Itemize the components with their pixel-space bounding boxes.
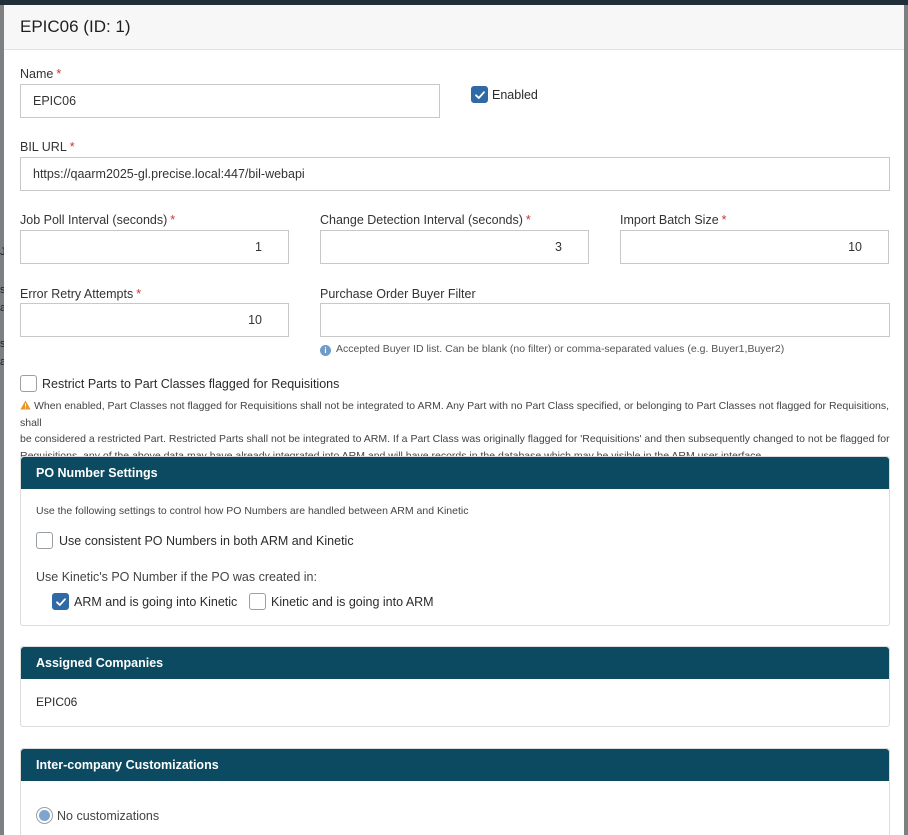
warning-icon <box>20 400 31 410</box>
intercompany-customizations-panel: Inter-company Customizations No customiz… <box>20 748 890 835</box>
modal-title: EPIC06 (ID: 1) <box>20 17 131 36</box>
required-marker: * <box>170 213 176 227</box>
po-number-settings-panel: PO Number Settings Use the following set… <box>20 456 890 626</box>
name-input[interactable]: EPIC06 <box>20 84 440 118</box>
company-list-item: EPIC06 <box>36 695 78 709</box>
error-retry-label: Error Retry Attempts * <box>20 287 141 301</box>
enabled-checkbox[interactable] <box>471 86 488 103</box>
edit-connection-modal: EPIC06 (ID: 1) Name * EPIC06 Enabled BIL … <box>4 5 904 835</box>
name-label: Name * <box>20 67 61 81</box>
assigned-companies-header: Assigned Companies <box>21 647 889 679</box>
kinetic-to-arm-checkbox[interactable] <box>249 593 266 610</box>
import-batch-label: Import Batch Size * <box>620 213 727 227</box>
kinetic-to-arm-label: Kinetic and is going into ARM <box>271 595 434 609</box>
consistent-po-checkbox[interactable] <box>36 532 53 549</box>
job-poll-interval-input[interactable]: 1 <box>20 230 289 264</box>
assigned-companies-panel: Assigned Companies EPIC06 <box>20 646 890 727</box>
bil-url-label: BIL URL * <box>20 140 75 154</box>
no-customizations-label: No customizations <box>57 809 160 823</box>
required-marker: * <box>136 287 142 301</box>
enabled-label: Enabled <box>492 88 538 102</box>
required-marker: * <box>69 140 75 154</box>
restrict-parts-checkbox[interactable] <box>20 375 37 392</box>
radio-selected-dot <box>39 810 50 821</box>
required-marker: * <box>56 67 62 81</box>
kinetic-po-label: Use Kinetic's PO Number if the PO was cr… <box>36 570 317 584</box>
intercompany-customizations-header: Inter-company Customizations <box>21 749 889 781</box>
job-poll-label-text: Job Poll Interval (seconds) <box>20 213 168 227</box>
buyer-filter-help-text: Accepted Buyer ID list. Can be blank (no… <box>336 343 785 355</box>
warning-line-text: When enabled, Part Classes not flagged f… <box>20 400 890 429</box>
no-customizations-radio[interactable] <box>36 807 53 824</box>
info-icon: i <box>320 345 331 356</box>
consistent-po-label: Use consistent PO Numbers in both ARM an… <box>59 534 354 548</box>
warning-line: be considered a restricted Part. Restric… <box>20 433 890 445</box>
change-detection-label: Change Detection Interval (seconds) * <box>320 213 531 227</box>
background-right-strip <box>904 5 908 835</box>
warning-line: When enabled, Part Classes not flagged f… <box>20 398 900 431</box>
arm-to-kinetic-checkbox[interactable] <box>52 593 69 610</box>
restrict-parts-warning: When enabled, Part Classes not flagged f… <box>20 398 900 464</box>
check-icon <box>474 90 485 99</box>
modal-header: EPIC06 (ID: 1) <box>4 5 904 50</box>
error-retry-label-text: Error Retry Attempts <box>20 287 134 301</box>
required-marker: * <box>525 213 531 227</box>
import-batch-label-text: Import Batch Size <box>620 213 719 227</box>
po-number-settings-header: PO Number Settings <box>21 457 889 489</box>
change-detection-interval-input[interactable]: 3 <box>320 230 589 264</box>
error-retry-attempts-input[interactable]: 10 <box>20 303 289 337</box>
required-marker: * <box>721 213 727 227</box>
buyer-filter-input[interactable] <box>320 303 890 337</box>
check-icon <box>55 597 66 606</box>
buyer-filter-label: Purchase Order Buyer Filter <box>320 287 476 301</box>
restrict-parts-label: Restrict Parts to Part Classes flagged f… <box>42 377 340 391</box>
buyer-filter-help: i Accepted Buyer ID list. Can be blank (n… <box>320 343 784 356</box>
po-settings-description: Use the following settings to control ho… <box>36 505 469 517</box>
bil-url-label-text: BIL URL <box>20 140 67 154</box>
import-batch-size-input[interactable]: 10 <box>620 230 889 264</box>
bil-url-input[interactable]: https://qaarm2025-gl.precise.local:447/b… <box>20 157 890 191</box>
job-poll-label: Job Poll Interval (seconds) * <box>20 213 175 227</box>
name-label-text: Name <box>20 67 54 81</box>
arm-to-kinetic-label: ARM and is going into Kinetic <box>74 595 238 609</box>
change-detection-label-text: Change Detection Interval (seconds) <box>320 213 523 227</box>
